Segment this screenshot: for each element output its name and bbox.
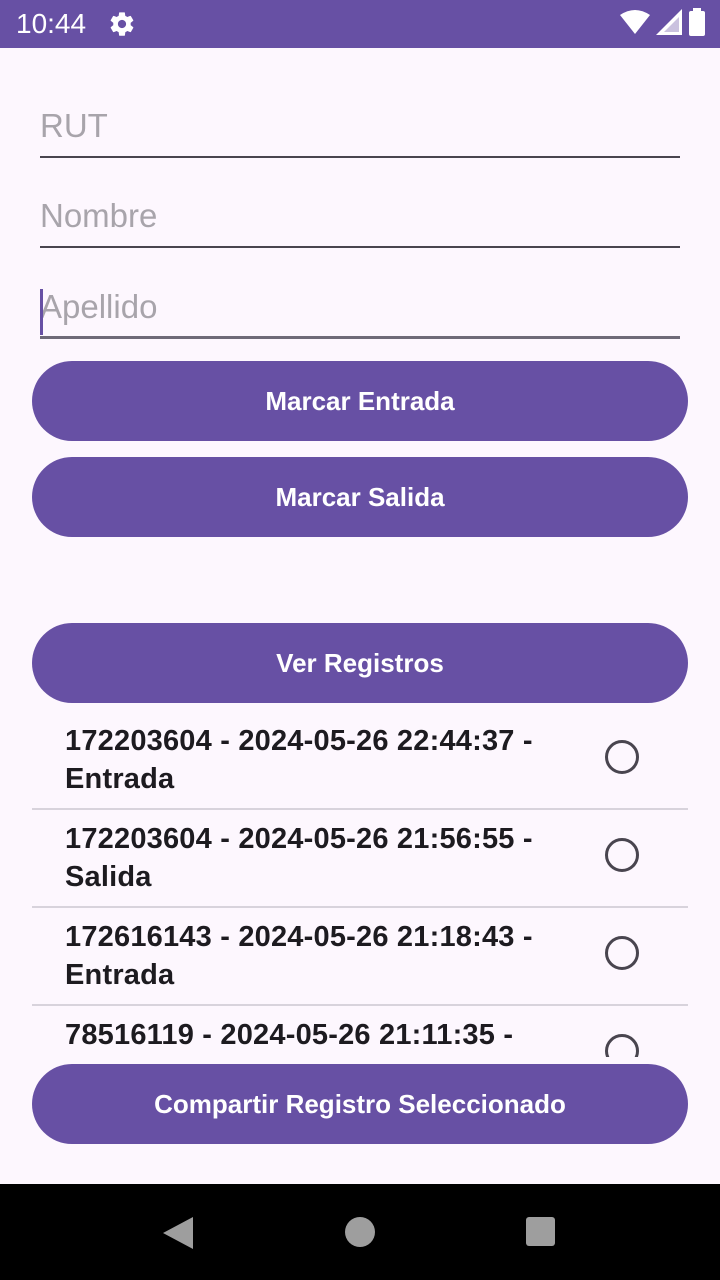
gear-icon <box>108 10 136 38</box>
list-item[interactable]: 172203604 - 2024-05-26 21:56:55 - Salida <box>32 810 688 908</box>
rut-underline <box>40 156 680 158</box>
apellido-field[interactable] <box>40 279 680 339</box>
rut-input[interactable] <box>40 98 680 154</box>
list-item[interactable]: 78516119 - 2024-05-26 21:11:35 - <box>32 1006 688 1057</box>
marcar-entrada-button[interactable]: Marcar Entrada <box>32 361 688 441</box>
list-item[interactable]: 172203604 - 2024-05-26 22:44:37 - Entrad… <box>32 712 688 810</box>
wifi-icon <box>620 9 650 40</box>
status-icons <box>620 7 706 41</box>
status-bar: 10:44 <box>0 0 720 48</box>
recents-icon[interactable] <box>526 1217 555 1246</box>
records-list[interactable]: 172203604 - 2024-05-26 22:44:37 - Entrad… <box>32 712 688 1057</box>
battery-icon <box>688 7 706 41</box>
record-text: 172203604 - 2024-05-26 22:44:37 - Entrad… <box>65 725 533 795</box>
nombre-underline <box>40 246 680 248</box>
compartir-registro-button[interactable]: Compartir Registro Seleccionado <box>32 1064 688 1144</box>
home-icon[interactable] <box>345 1217 375 1247</box>
navigation-bar <box>0 1184 720 1280</box>
record-text: 78516119 - 2024-05-26 21:11:35 - <box>65 1019 514 1051</box>
marcar-salida-button[interactable]: Marcar Salida <box>32 457 688 537</box>
text-cursor <box>40 289 43 335</box>
nombre-input[interactable] <box>40 188 680 244</box>
rut-field[interactable] <box>40 98 680 158</box>
record-radio[interactable] <box>605 740 639 774</box>
record-radio[interactable] <box>605 838 639 872</box>
record-text: 172203604 - 2024-05-26 21:56:55 - Salida <box>65 823 533 893</box>
apellido-underline <box>40 336 680 339</box>
record-text: 172616143 - 2024-05-26 21:18:43 - Entrad… <box>65 921 533 991</box>
ver-registros-button[interactable]: Ver Registros <box>32 623 688 703</box>
app-screen: 10:44 RUT Nombre Apellido Marcar Entrada… <box>0 0 720 1280</box>
back-icon[interactable] <box>162 1216 194 1255</box>
signal-icon <box>656 8 682 40</box>
record-radio[interactable] <box>605 1034 639 1057</box>
status-time: 10:44 <box>16 8 87 39</box>
record-radio[interactable] <box>605 936 639 970</box>
nombre-field[interactable] <box>40 188 680 248</box>
list-item[interactable]: 172616143 - 2024-05-26 21:18:43 - Entrad… <box>32 908 688 1006</box>
apellido-input[interactable] <box>40 279 680 335</box>
